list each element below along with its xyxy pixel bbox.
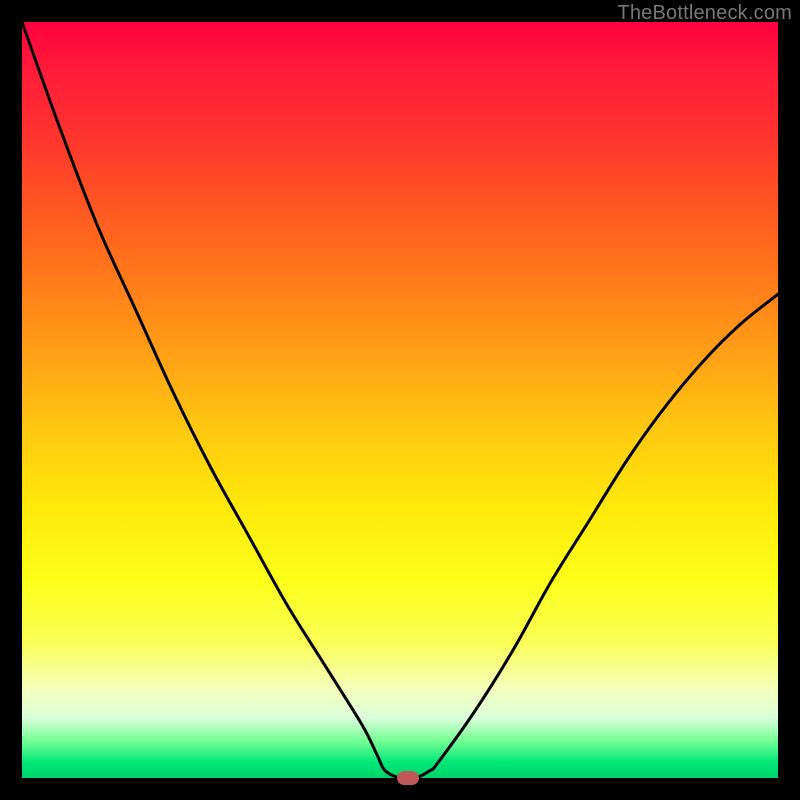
chart-frame: TheBottleneck.com <box>0 0 800 800</box>
plot-area <box>22 22 778 778</box>
optimal-marker <box>397 771 419 785</box>
gradient-background <box>22 22 778 778</box>
